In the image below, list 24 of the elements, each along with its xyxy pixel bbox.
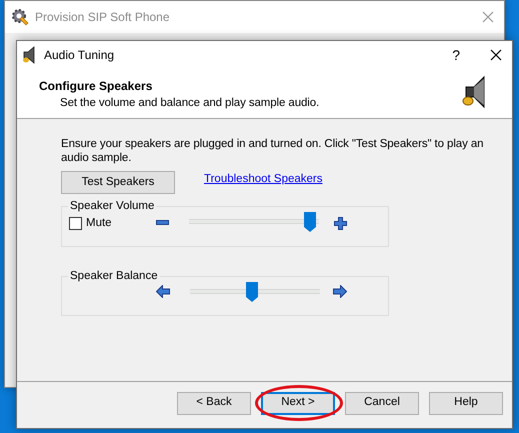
window-title: Provision SIP Soft Phone [35,9,170,26]
troubleshoot-link[interactable]: Troubleshoot Speakers [204,171,322,188]
page-subtitle: Set the volume and balance and play sample audio. [59,96,320,111]
wizard-button[interactable]: Help [429,392,503,414]
wizard-button[interactable]: Next > [261,392,335,414]
help-button[interactable]: ? [452,44,460,66]
slider-thumb[interactable] [304,212,316,232]
test-speakers-button[interactable]: Test Speakers [61,171,175,194]
page-title: Configure Speakers [39,78,154,95]
slider-thumb[interactable] [246,282,258,302]
plus-icon[interactable] [334,217,347,230]
left-arrow-icon[interactable] [156,285,170,298]
gear-icon [11,8,29,26]
group-label: Speaker Volume [69,199,156,213]
checkbox-label: Mute [86,216,112,231]
window-title: Audio Tuning [44,47,114,64]
close-icon[interactable] [490,49,502,61]
group-label: Speaker Balance [69,269,159,283]
wizard-button[interactable]: < Back [177,392,251,414]
mute-checkbox[interactable] [69,217,82,230]
minus-icon[interactable] [156,220,169,225]
wizard-button[interactable]: Cancel [345,392,419,414]
right-arrow-icon[interactable] [333,285,347,298]
instruction-text: Ensure your speakers are plugged in and turned on. Click "Test Speakers" to play an audio sample. [61,137,484,165]
